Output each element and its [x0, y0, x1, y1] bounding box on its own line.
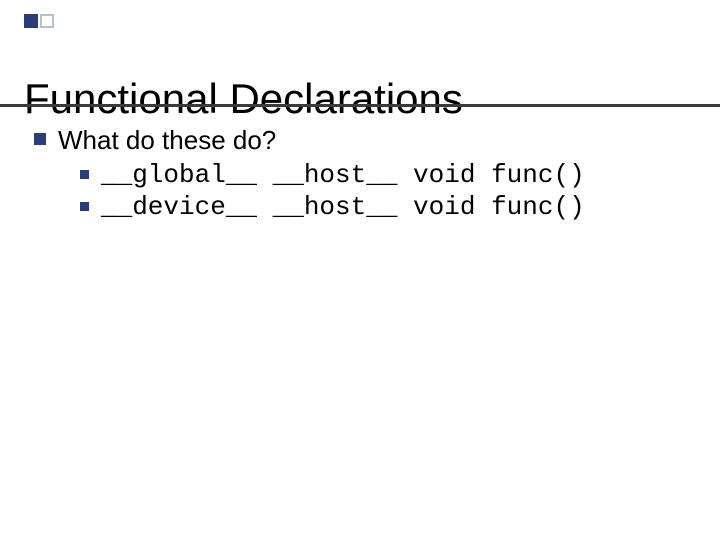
- square-bullet-icon: [34, 133, 46, 145]
- accent-squares: [24, 14, 54, 28]
- title-underline: [0, 104, 720, 107]
- accent-square-solid-icon: [24, 14, 38, 28]
- sub-list: __global__ __host__ void func() __device…: [80, 159, 700, 224]
- square-bullet-icon: [80, 170, 89, 179]
- code-text: __device__ __host__ void func(): [101, 191, 585, 224]
- list-item: __device__ __host__ void func(): [80, 191, 700, 224]
- slide-body: What do these do? __global__ __host__ vo…: [34, 124, 700, 224]
- slide: Functional Declarations What do these do…: [0, 0, 720, 540]
- list-item-text: What do these do?: [58, 124, 276, 157]
- list-item: __global__ __host__ void func(): [80, 159, 700, 192]
- list-item: What do these do?: [34, 124, 700, 157]
- square-bullet-icon: [80, 202, 89, 211]
- slide-title: Functional Declarations: [24, 76, 463, 122]
- code-text: __global__ __host__ void func(): [101, 159, 585, 192]
- accent-square-outline-icon: [40, 14, 54, 28]
